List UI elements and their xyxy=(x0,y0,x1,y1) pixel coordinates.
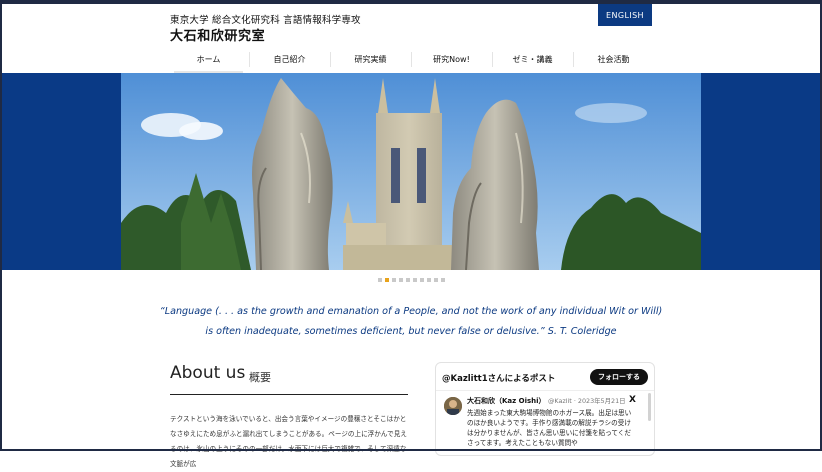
carousel-dot[interactable] xyxy=(419,278,424,282)
avatar[interactable] xyxy=(444,397,462,415)
carousel-dot[interactable] xyxy=(440,278,445,282)
nav-seminars[interactable]: ゼミ・講義 xyxy=(492,46,573,73)
nav-research-now[interactable]: 研究Now! xyxy=(411,46,492,73)
hero-slide-image[interactable] xyxy=(121,73,701,270)
carousel-dot[interactable] xyxy=(398,278,403,282)
nav-social-activities[interactable]: 社会活動 xyxy=(573,46,654,73)
main-nav: ホーム 自己紹介 研究実績 研究Now! ゼミ・講義 社会活動 xyxy=(168,46,654,73)
carousel-dot[interactable] xyxy=(426,278,431,282)
about-title: About us xyxy=(170,363,246,383)
carousel-dot[interactable] xyxy=(384,278,389,282)
about-divider xyxy=(170,394,408,395)
nav-publications[interactable]: 研究実績 xyxy=(330,46,411,73)
site-organization: 東京大学 総合文化研究科 言語情報科学専攻 xyxy=(170,15,361,26)
site-title[interactable]: 大石和欣研究室 xyxy=(170,25,265,44)
x-logo-icon[interactable]: X xyxy=(629,395,636,405)
about-text: テクストという海を泳いでいると、出会う言葉やイメージの豊穣さとそこはかとなさゆえ… xyxy=(170,415,407,468)
twitter-widget[interactable]: @Kazlitt1さんによるポスト フォローする 大石和欣（Kaz Oishi）… xyxy=(435,362,655,456)
nav-home[interactable]: ホーム xyxy=(168,46,249,73)
follow-button[interactable]: フォローする xyxy=(590,369,648,385)
twitter-widget-header: @Kazlitt1さんによるポスト xyxy=(442,374,556,384)
carousel-dot[interactable] xyxy=(377,278,382,282)
tweet-text: 先週始まった東大駒場博物館のホガース展。出足は思いのほか良いようです。手作り感満… xyxy=(467,409,632,447)
coleridge-quote-line1: “Language (. . . as the growth and emana… xyxy=(159,306,663,317)
carousel-dots xyxy=(0,278,822,282)
coleridge-quote-line2: is often inadequate, sometimes deficient… xyxy=(205,326,617,337)
carousel-dot[interactable] xyxy=(433,278,438,282)
about-subtitle: 概要 xyxy=(249,371,271,384)
nav-profile[interactable]: 自己紹介 xyxy=(249,46,330,73)
carousel-dot[interactable] xyxy=(405,278,410,282)
twitter-scrollbar[interactable] xyxy=(648,393,651,421)
carousel-dot[interactable] xyxy=(412,278,417,282)
tweet-handle-date[interactable]: @Kazlit · 2023年5月21日 xyxy=(548,396,626,405)
twitter-divider xyxy=(436,390,654,391)
english-button[interactable]: ENGLISH xyxy=(598,4,652,26)
tweet-author-name[interactable]: 大石和欣（Kaz Oishi） xyxy=(467,396,546,406)
carousel-dot[interactable] xyxy=(391,278,396,282)
